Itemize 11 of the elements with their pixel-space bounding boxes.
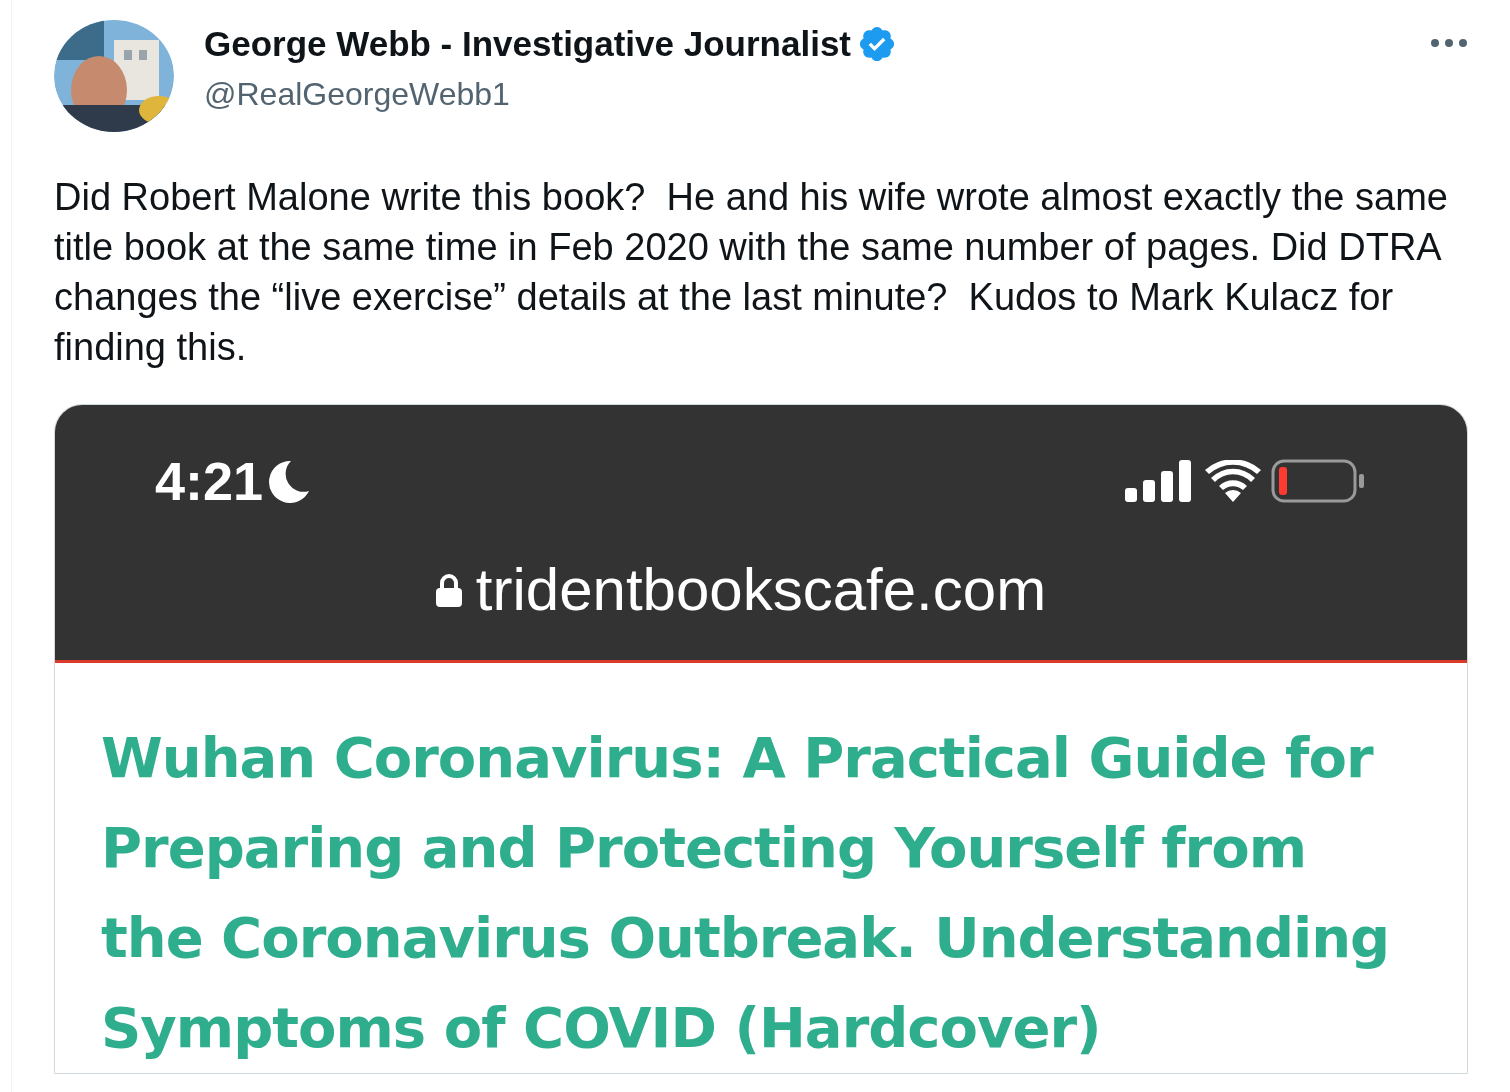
tweet-text: Did Robert Malone write this book? He and his wife wrote almost exactly the same title book at the same time in Feb 2020 with the same number of pages. Did DTRA changes the “live exercise” details at the last minute? Kudos to Mark Kulacz for finding this.	[54, 175, 1449, 370]
author-handle[interactable]: @RealGeorgeWebb1	[204, 74, 897, 114]
author-name[interactable]: George Webb - Investigative Journalist	[204, 22, 851, 66]
signal-icon	[1125, 460, 1193, 502]
lock-icon	[435, 573, 462, 607]
battery-icon	[1271, 459, 1367, 503]
url-text: tridentbookscafe.com	[475, 555, 1047, 625]
more-icon[interactable]	[1430, 38, 1468, 48]
moon-icon	[269, 459, 312, 503]
status-time: 4:21	[155, 451, 264, 511]
wifi-icon	[1205, 460, 1261, 502]
